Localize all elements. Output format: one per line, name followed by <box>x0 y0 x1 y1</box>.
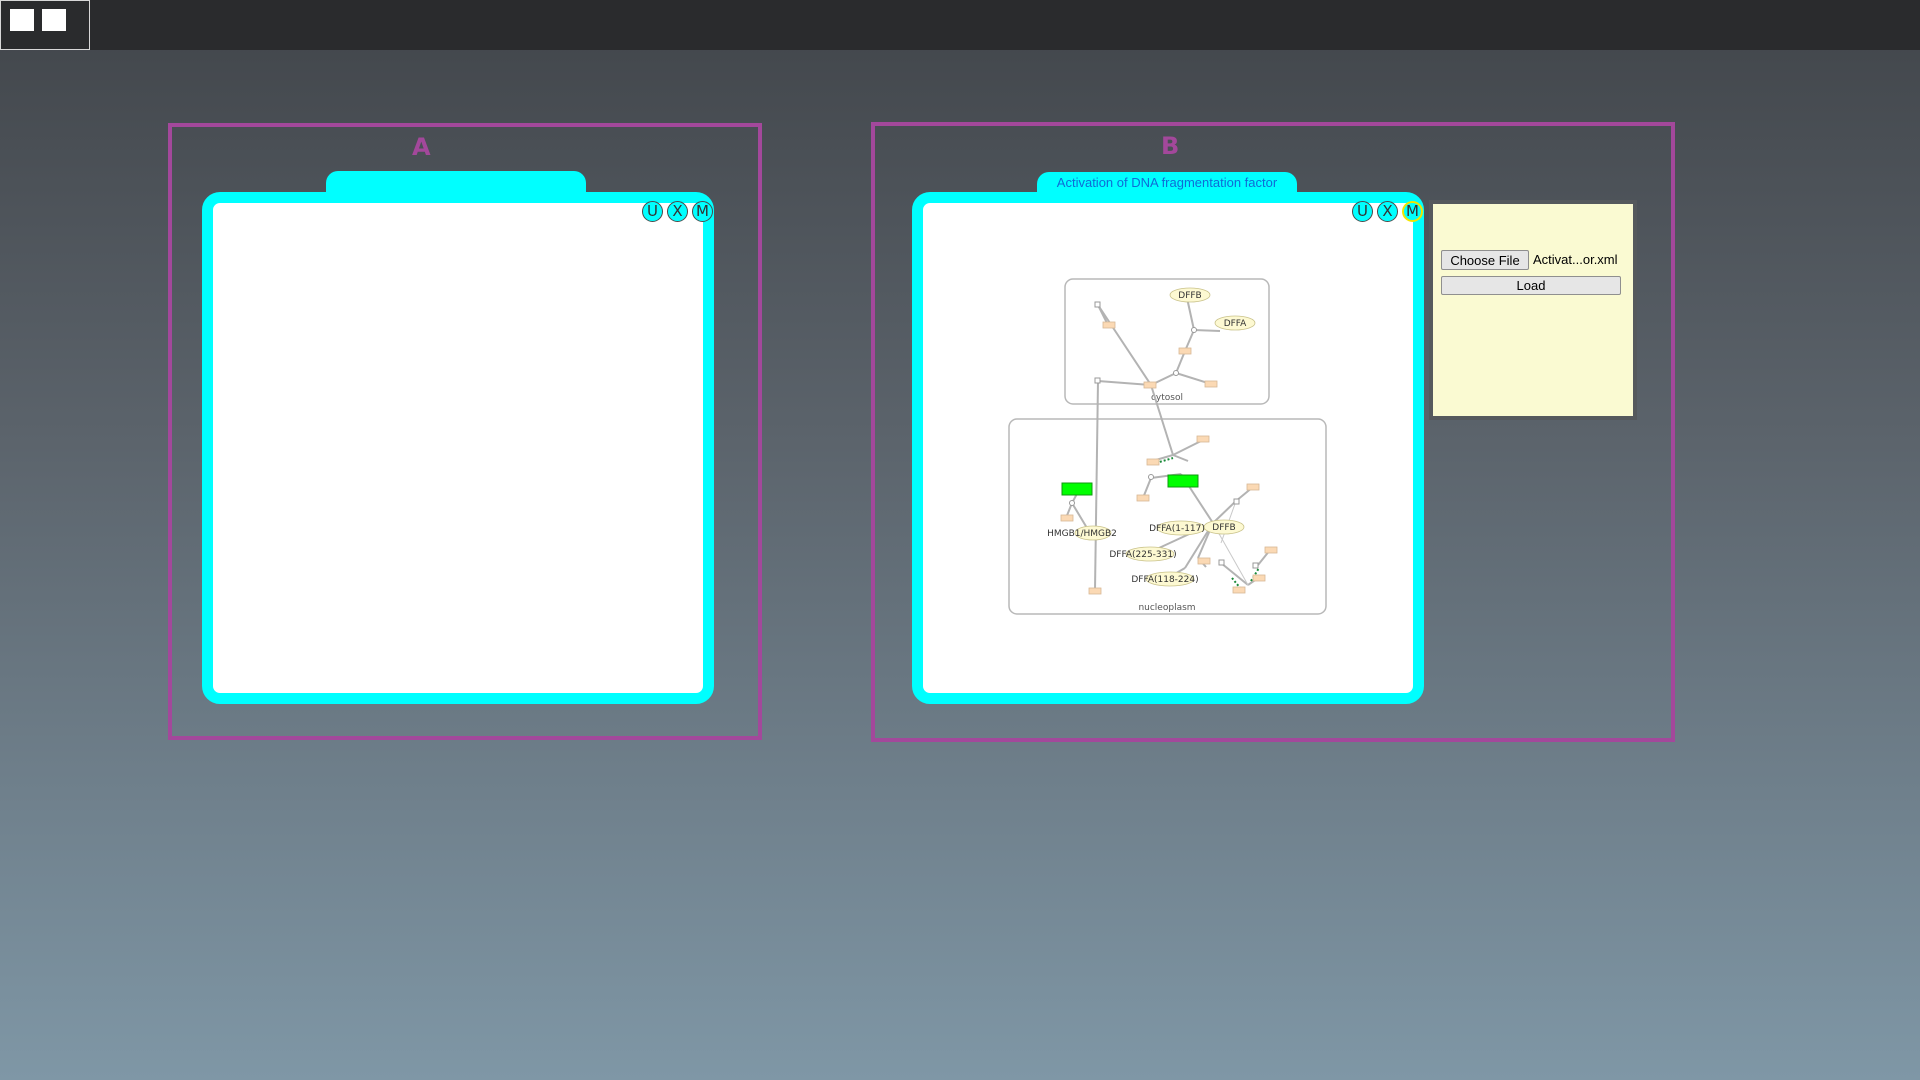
reaction-node <box>1197 557 1211 565</box>
compartment-label: nucleoplasm <box>1138 603 1195 613</box>
pathway-viewer[interactable]: U X M <box>202 192 714 704</box>
reaction-node <box>1060 514 1074 522</box>
x-button[interactable]: X <box>667 201 688 222</box>
file-loader-panel: Choose File Activat...or.xml Load <box>1429 200 1637 420</box>
reaction-node <box>1136 494 1150 502</box>
u-button[interactable]: U <box>642 201 663 222</box>
reaction-node <box>1196 435 1210 443</box>
reaction-node <box>1246 483 1260 491</box>
choose-file-button[interactable]: Choose File <box>1441 250 1529 270</box>
reaction-node <box>1204 380 1218 388</box>
compartment-cytosol <box>1064 278 1270 405</box>
selected-file-name: Activat...or.xml <box>1533 252 1618 267</box>
pathway-diagram[interactable]: cytosol nucleoplasm DFFB DFFA HMGB1/HMGB… <box>923 203 1413 693</box>
panel-a: A U X M <box>168 123 762 740</box>
highlighted-complex[interactable] <box>1167 474 1199 488</box>
entity-label: HMGB1/HMGB2 <box>1047 529 1117 539</box>
layout-toggle-button[interactable] <box>0 0 90 50</box>
top-bar <box>0 0 1920 50</box>
entity-label: DFFB <box>1212 523 1235 533</box>
reaction-node <box>1252 574 1266 582</box>
entity-nodes[interactable] <box>1074 287 1256 587</box>
reaction-node <box>1146 458 1160 466</box>
panel-letter: A <box>412 133 431 161</box>
panel-letter: B <box>1161 132 1180 160</box>
reaction-node <box>1143 381 1157 389</box>
reaction-node <box>1178 347 1192 355</box>
entity-label: DFFA <box>1224 319 1247 329</box>
panel-b: B Activation of DNA fragmentation factor… <box>871 122 1675 742</box>
viewer-controls: U X M <box>642 201 713 222</box>
highlighted-complex[interactable] <box>1061 482 1093 496</box>
reaction-node <box>1102 321 1116 329</box>
entity-label: DFFB <box>1178 291 1201 301</box>
reaction-node <box>1232 586 1246 594</box>
m-button[interactable]: M <box>692 201 713 222</box>
reaction-edges <box>1065 297 1271 591</box>
reaction-edges-thin <box>1212 500 1249 586</box>
layout-square-icon <box>42 9 66 31</box>
layout-square-icon <box>10 9 34 31</box>
entity-label: DFFA(118-224) <box>1131 575 1198 585</box>
entity-label: DFFA(1-117) <box>1149 524 1205 534</box>
pathway-viewer[interactable]: U X M cytosol nucleoplasm DFFB DFFA HMGB… <box>912 192 1424 704</box>
reaction-node <box>1088 587 1102 595</box>
reaction-node <box>1264 546 1278 554</box>
entity-label: DFFA(225-331) <box>1109 550 1176 560</box>
load-button[interactable]: Load <box>1441 276 1621 295</box>
